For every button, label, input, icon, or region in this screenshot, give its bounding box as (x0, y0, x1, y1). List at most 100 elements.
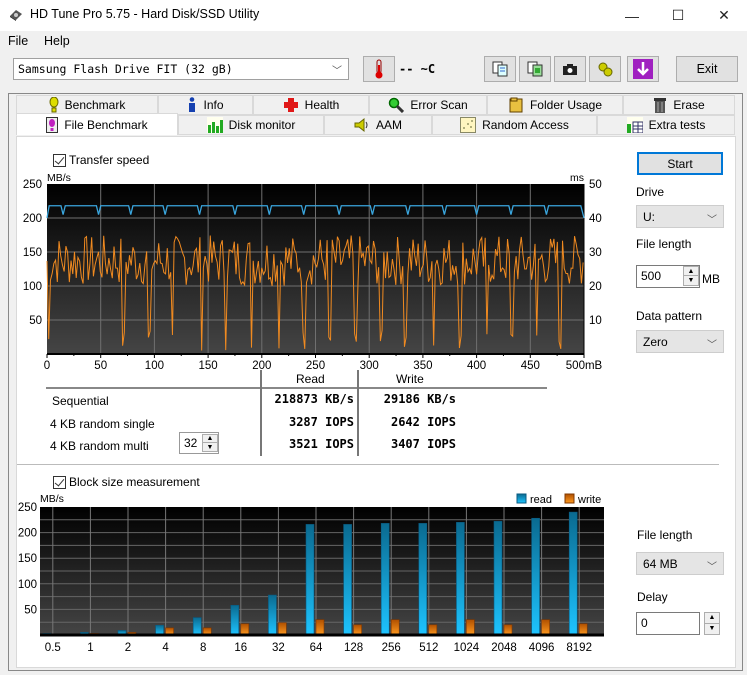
write-bar (390, 619, 400, 636)
chevron-down-icon: ﹀ (707, 215, 717, 226)
transfer-speed-label: Transfer speed (69, 153, 150, 167)
thermometer-icon (375, 59, 383, 79)
random-access-icon (460, 117, 477, 133)
disk-monitor-icon (206, 117, 223, 133)
block-file-length-label: File length (637, 528, 693, 542)
tab-aam[interactable]: AAM (324, 115, 432, 135)
y-tick-label: 200 (18, 528, 37, 540)
menu-help[interactable]: Help (44, 34, 70, 48)
title-bar: HD Tune Pro 5.75 - Hard Disk/SSD Utility… (0, 0, 747, 31)
transfer-speed-checkbox[interactable]: Transfer speed (53, 153, 149, 167)
write-bar (240, 623, 250, 636)
checkbox-checked-icon (53, 475, 66, 489)
y2-tick-label: 30 (589, 247, 602, 259)
tab-file-benchmark[interactable]: File Benchmark (16, 113, 178, 135)
block-file-length-value: 64 MB (643, 557, 678, 571)
x-tick-label: 400 (467, 360, 486, 372)
x-tick-label: 16 (234, 642, 247, 654)
sequential-label: Sequential (52, 394, 109, 408)
tab-erase[interactable]: Erase (623, 95, 735, 115)
delay-spinner[interactable]: ▲ ▼ (704, 612, 720, 635)
maximize-button[interactable]: ☐ (655, 0, 701, 31)
read-bar (268, 594, 277, 636)
x-tick-label: 450 (521, 360, 540, 372)
tab-benchmark[interactable]: Benchmark (16, 95, 158, 115)
drive-select[interactable]: Samsung Flash Drive FIT (32 gB) ﹀ (13, 58, 349, 80)
x-tick-label: 2048 (491, 642, 517, 654)
y-tick-label: 150 (18, 553, 37, 565)
block-size-chart: 50 100 150 200 250MB/s 0.5 1 2 4 8 16 32 64 128 256 512… (18, 493, 604, 654)
file-length-spinner[interactable]: ▲ ▼ (683, 266, 699, 286)
data-pattern-value: Zero (643, 335, 668, 349)
delay-input[interactable]: 0 (636, 612, 700, 635)
exit-button[interactable]: Exit (676, 56, 738, 82)
minimize-button[interactable]: — (609, 0, 655, 31)
trash-icon (654, 98, 667, 113)
tab-label: Error Scan (410, 98, 468, 112)
x-tick-label: 4 (162, 642, 169, 654)
screenshot-button[interactable] (554, 56, 586, 82)
block-file-length-select[interactable]: 64 MB ﹀ (636, 552, 724, 575)
tab-random-access[interactable]: Random Access (432, 115, 597, 135)
tab-label: Info (203, 98, 224, 112)
write-bar (578, 623, 588, 636)
save-button[interactable] (627, 56, 659, 82)
sequential-read-value: 218873 KB/s (274, 392, 354, 406)
copy-info-button[interactable] (484, 56, 516, 82)
legend-write-swatch (564, 493, 575, 504)
queue-depth-spinner[interactable]: ▲ ▼ (202, 434, 218, 452)
data-pattern-select[interactable]: Zero ﹀ (636, 330, 724, 353)
read-bar (343, 524, 352, 636)
options-button[interactable] (589, 56, 621, 82)
tab-disk-monitor[interactable]: Disk monitor (178, 115, 324, 135)
spin-up-icon[interactable]: ▲ (705, 613, 719, 624)
random-multi-read-value: 3521 IOPS (288, 437, 354, 451)
spin-down-icon[interactable]: ▼ (705, 624, 719, 635)
checkbox-checked-icon (53, 153, 66, 167)
temperature-button[interactable] (363, 56, 395, 82)
read-bar (493, 521, 503, 636)
tab-extra-tests[interactable]: Extra tests (597, 115, 735, 135)
x-tick-label: 300 (360, 360, 379, 372)
temperature-readout: -- ~C (399, 62, 436, 76)
random-single-write-value: 2642 IOPS (390, 415, 456, 429)
tab-label: Disk monitor (228, 118, 296, 132)
tab-folder-usage[interactable]: Folder Usage (487, 95, 623, 115)
tab-error-scan[interactable]: Error Scan (369, 95, 487, 115)
minimize-icon: — (625, 7, 639, 24)
drive-letter-select[interactable]: U: ﹀ (636, 205, 724, 228)
x-tick-label: 32 (272, 642, 285, 654)
write-bar (428, 624, 438, 636)
spin-down-icon[interactable]: ▼ (203, 443, 217, 451)
drive-select-value: Samsung Flash Drive FIT (32 gB) (18, 62, 233, 76)
tab-info[interactable]: Info (158, 95, 253, 115)
x-tick-label: 256 (382, 642, 401, 654)
copy-all-button[interactable] (519, 56, 551, 82)
menu-file[interactable]: File (8, 34, 28, 48)
x-tick-label: 350 (413, 360, 432, 372)
close-icon: ✕ (718, 7, 730, 23)
spin-up-icon[interactable]: ▲ (684, 267, 698, 276)
write-bar (466, 619, 475, 636)
health-cross-icon (283, 98, 298, 112)
y-tick-label: 100 (18, 579, 37, 591)
spin-up-icon[interactable]: ▲ (203, 435, 217, 443)
close-button[interactable]: ✕ (701, 0, 747, 31)
delay-value: 0 (641, 616, 648, 630)
x-tick-label: 0 (44, 360, 50, 372)
tab-health[interactable]: Health (253, 95, 369, 115)
y-tick-label: 200 (23, 213, 42, 225)
start-button[interactable]: Start (637, 152, 723, 175)
read-bar (456, 522, 465, 636)
extra-tests-icon (626, 117, 643, 133)
y-tick-label: 250 (18, 502, 37, 514)
legend-read-label: read (530, 494, 552, 506)
chevron-down-icon: ﹀ (332, 66, 342, 77)
tab-label: Health (304, 98, 340, 112)
x-tick-label: 2 (125, 642, 131, 654)
x-tick-label: 1 (87, 642, 93, 654)
block-size-checkbox[interactable]: Block size measurement (53, 475, 200, 489)
spin-down-icon[interactable]: ▼ (684, 276, 698, 285)
write-bar (315, 619, 325, 636)
read-bar (230, 605, 240, 636)
